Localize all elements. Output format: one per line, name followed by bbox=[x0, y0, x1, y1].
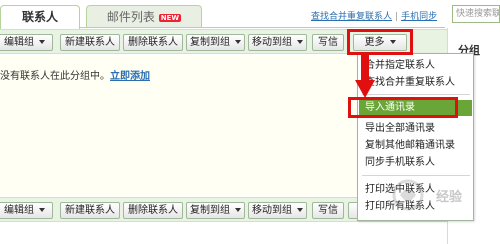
write-letter-button[interactable]: 写信 bbox=[312, 34, 344, 51]
annotation-arrow-icon bbox=[355, 54, 375, 98]
move-to-group-button[interactable]: 移动到组 bbox=[248, 202, 307, 219]
delete-contact-label: 删除联系人 bbox=[128, 37, 178, 48]
move-to-group-button[interactable]: 移动到组 bbox=[248, 34, 307, 51]
watermark-text: 经验 bbox=[436, 190, 463, 205]
menu-item-merge-selected[interactable]: 合并指定联系人 bbox=[359, 58, 472, 74]
menu-divider bbox=[362, 94, 470, 95]
copy-to-group-label: 复制到组 bbox=[190, 37, 230, 48]
phone-sync-link[interactable]: 手机同步 bbox=[401, 12, 437, 22]
chevron-down-icon bbox=[39, 40, 45, 44]
delete-contact-button[interactable]: 删除联系人 bbox=[123, 202, 183, 219]
copy-to-group-button[interactable]: 复制到组 bbox=[186, 202, 245, 219]
write-letter-label: 写信 bbox=[318, 37, 338, 48]
menu-item-sync-phone[interactable]: 同步手机联系人 bbox=[359, 155, 472, 171]
menu-item-find-merge-duplicates[interactable]: 查找合并重复联系人 bbox=[359, 75, 472, 91]
delete-contact-button[interactable]: 删除联系人 bbox=[123, 34, 183, 51]
empty-state-text: 没有联系人在此分组中。 bbox=[0, 71, 110, 82]
tab-maillist-label: 邮件列表 bbox=[106, 10, 155, 24]
copy-to-group-button[interactable]: 复制到组 bbox=[186, 34, 245, 51]
chevron-down-icon bbox=[235, 40, 241, 44]
write-letter-label: 写信 bbox=[318, 205, 338, 216]
annotation-highlight-more bbox=[347, 29, 413, 55]
merge-duplicates-link[interactable]: 查找合并重复联系人 bbox=[311, 12, 392, 22]
edit-group-label: 编辑组 bbox=[4, 37, 34, 48]
write-letter-button[interactable]: 写信 bbox=[312, 202, 344, 219]
chevron-down-icon bbox=[297, 40, 303, 44]
header-links: 查找合并重复联系人 | 手机同步 bbox=[311, 9, 437, 22]
search-input[interactable]: 快速搜索联系 bbox=[452, 5, 500, 23]
new-contact-button[interactable]: 新建联系人 bbox=[60, 34, 120, 51]
link-separator: | bbox=[395, 12, 399, 22]
annotation-highlight-import bbox=[348, 97, 458, 118]
tab-contacts[interactable]: 联系人 bbox=[0, 5, 80, 29]
move-to-group-label: 移动到组 bbox=[252, 37, 292, 48]
empty-state-message: 没有联系人在此分组中。立即添加 bbox=[0, 67, 150, 82]
menu-item-export-all[interactable]: 导出全部通讯录 bbox=[359, 121, 472, 137]
menu-item-copy-other-mailbox[interactable]: 复制其他邮箱通讯录 bbox=[359, 138, 472, 154]
add-contact-link[interactable]: 立即添加 bbox=[110, 71, 150, 82]
new-contact-label: 新建联系人 bbox=[65, 37, 115, 48]
edit-group-button[interactable]: 编辑组 bbox=[0, 34, 53, 51]
new-contact-label: 新建联系人 bbox=[65, 205, 115, 216]
new-badge: NEW bbox=[158, 13, 182, 22]
edit-group-label: 编辑组 bbox=[4, 205, 34, 216]
delete-contact-label: 删除联系人 bbox=[128, 205, 178, 216]
new-contact-button[interactable]: 新建联系人 bbox=[60, 202, 120, 219]
tab-contacts-label: 联系人 bbox=[21, 10, 58, 24]
edit-group-button[interactable]: 编辑组 bbox=[0, 202, 53, 219]
move-to-group-label: 移动到组 bbox=[252, 205, 292, 216]
chevron-down-icon bbox=[235, 208, 241, 212]
copy-to-group-label: 复制到组 bbox=[190, 205, 230, 216]
chevron-down-icon bbox=[297, 208, 303, 212]
chevron-down-icon bbox=[39, 208, 45, 212]
tab-maillist[interactable]: 邮件列表 NEW bbox=[86, 5, 202, 28]
